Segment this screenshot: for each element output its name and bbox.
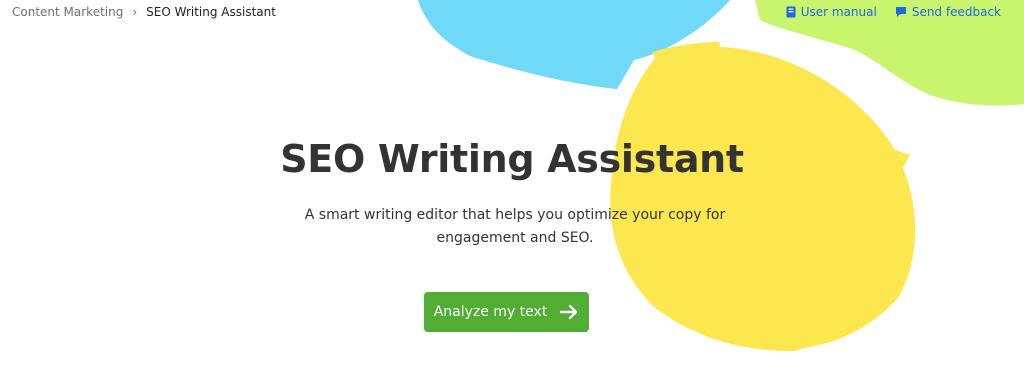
breadcrumb-current-page: SEO Writing Assistant: [146, 5, 276, 19]
breadcrumb: Content Marketing › SEO Writing Assistan…: [12, 5, 276, 19]
breadcrumb-separator: ›: [132, 5, 138, 19]
speech-bubble-icon: [895, 7, 906, 17]
analyze-my-text-button[interactable]: Analyze my text: [424, 292, 589, 332]
book-icon: [786, 6, 796, 18]
page-subtitle: A smart writing editor that helps you op…: [304, 207, 726, 246]
breadcrumb-link-content-marketing[interactable]: Content Marketing: [12, 5, 123, 19]
analyze-my-text-label: Analyze my text: [433, 304, 548, 320]
top-links: User manual Send feedback: [786, 5, 1001, 19]
user-manual-link[interactable]: User manual: [786, 5, 877, 19]
send-feedback-link[interactable]: Send feedback: [895, 5, 1001, 19]
user-manual-label: User manual: [800, 5, 877, 19]
yellow-blob: [610, 41, 916, 352]
send-feedback-label: Send feedback: [911, 5, 1001, 19]
page-title: SEO Writing Assistant: [280, 137, 744, 181]
arrow-right-icon: [559, 304, 579, 320]
